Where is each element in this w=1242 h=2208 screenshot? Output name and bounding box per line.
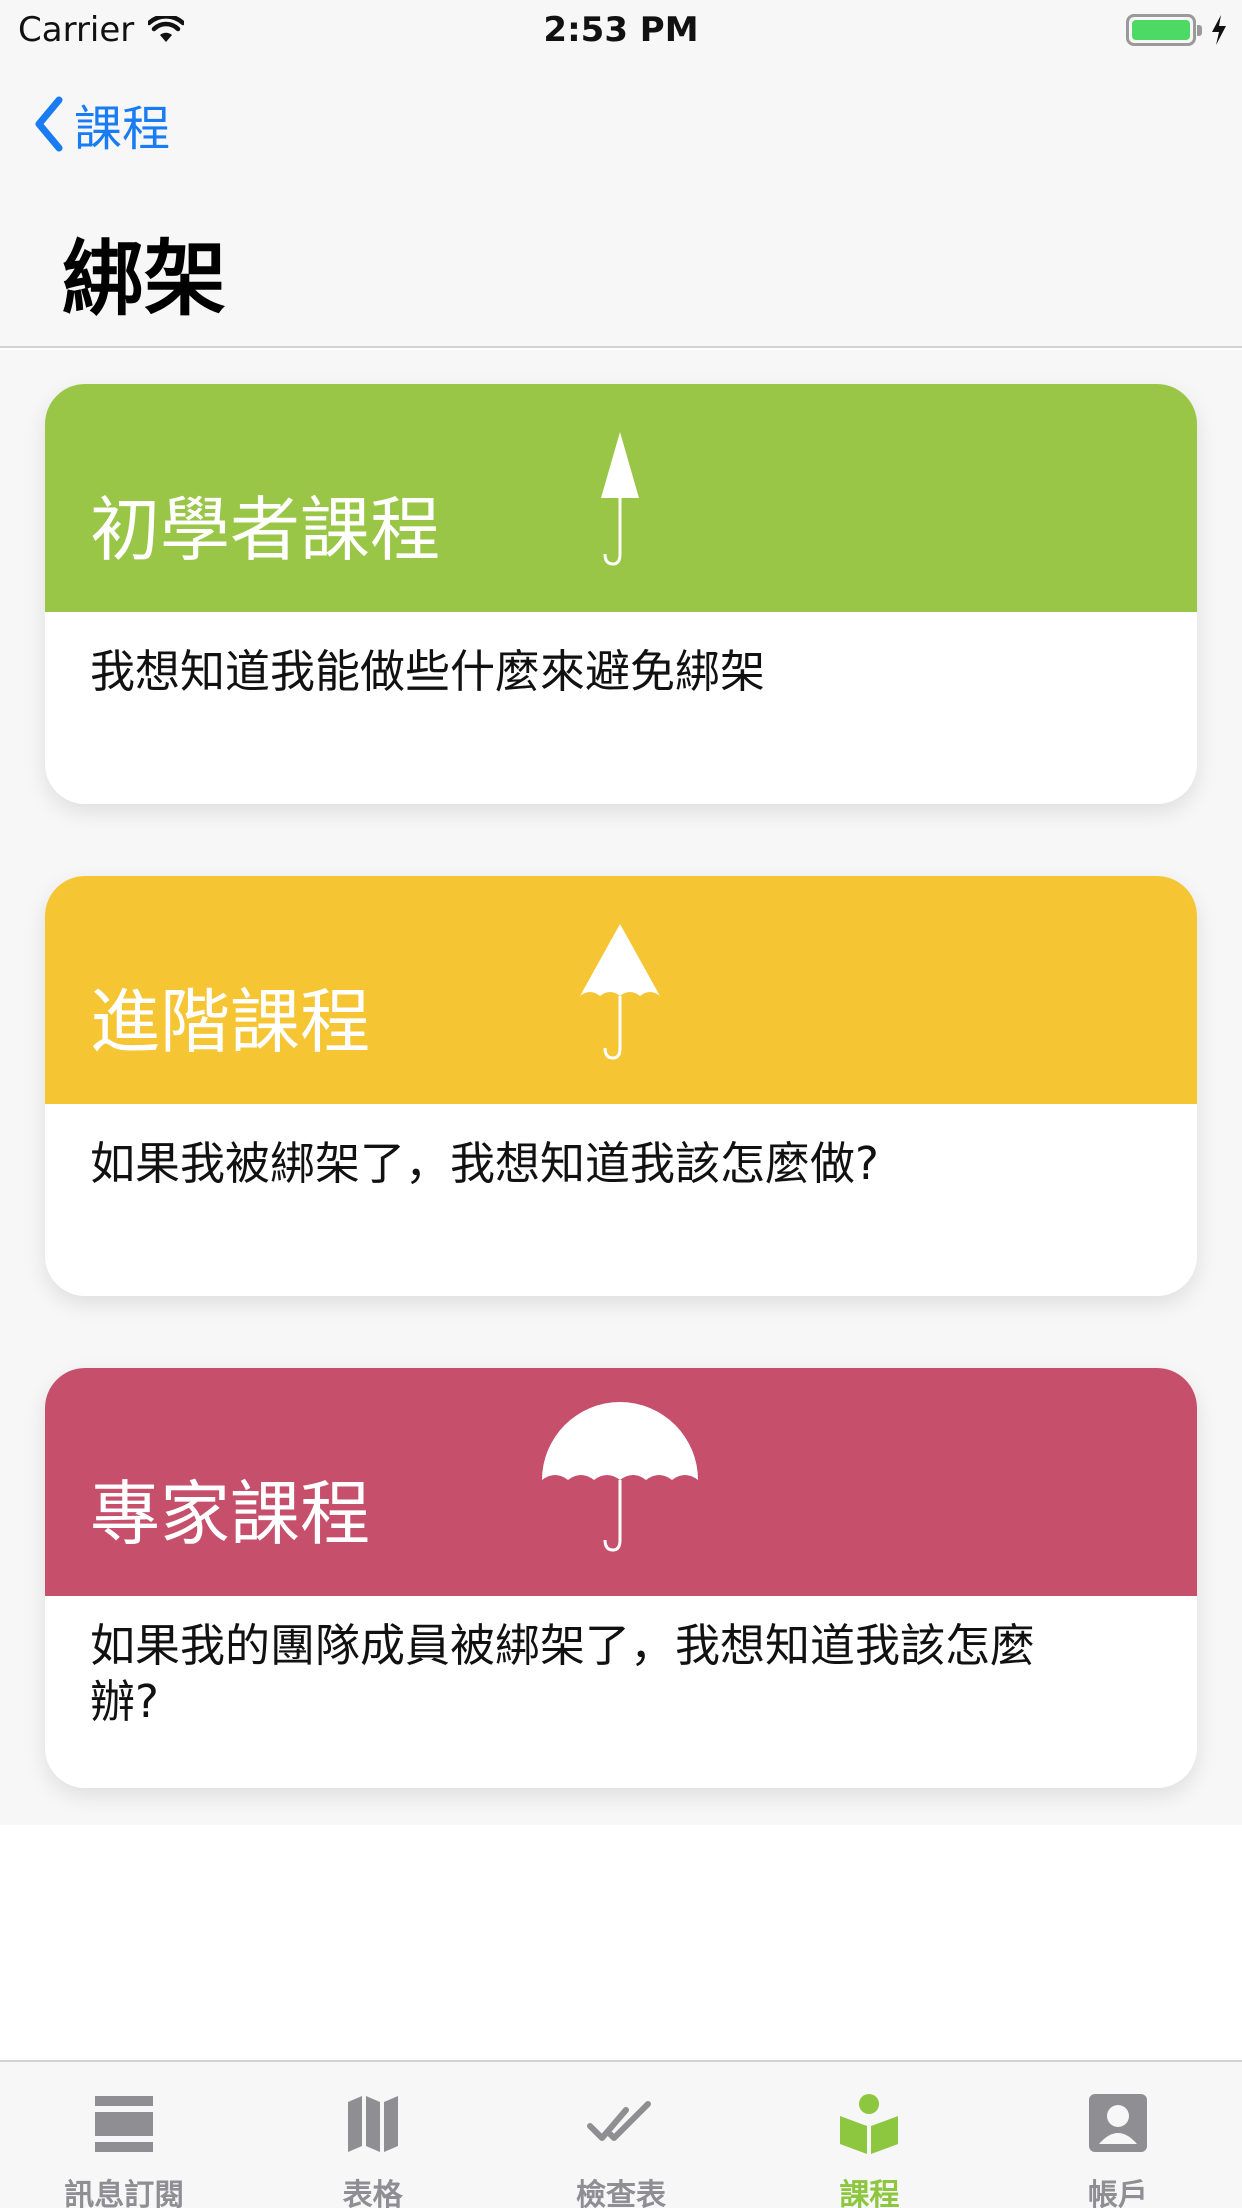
tab-label: 表格 xyxy=(342,2178,403,2208)
card-description: 我想知道我能做些什麼來避免綁架 xyxy=(90,645,766,698)
chevron-left-icon xyxy=(35,96,63,152)
navigation-bar: 課程 綁架 xyxy=(0,60,1242,348)
tab-bar: 訊息訂閱 表格 檢查表 課程 帳戶 xyxy=(0,2060,1242,2208)
course-list: 初學者課程 我想知道我能做些什麼來避免綁架 進階課程 如果我被綁架了，我想知道我… xyxy=(0,350,1242,1825)
course-card-expert[interactable]: 專家課程 如果我的團隊成員被綁架了，我想知道我該怎麼辦? xyxy=(45,1368,1197,1788)
status-bar: Carrier 2:53 PM xyxy=(0,0,1242,60)
card-title: 初學者課程 xyxy=(90,489,440,571)
tab-feed[interactable]: 訊息訂閱 xyxy=(0,2062,248,2208)
tab-label: 訊息訂閱 xyxy=(64,2178,185,2208)
map-icon xyxy=(347,2096,398,2152)
feed-icon xyxy=(95,2096,154,2152)
card-title: 進階課程 xyxy=(90,981,370,1063)
back-button[interactable]: 課程 xyxy=(34,94,170,157)
tab-label: 帳戶 xyxy=(1087,2178,1148,2208)
card-title: 專家課程 xyxy=(90,1473,370,1555)
status-time: 2:53 PM xyxy=(543,10,699,50)
tab-courses[interactable]: 課程 xyxy=(745,2062,993,2208)
tab-account[interactable]: 帳戶 xyxy=(994,2062,1242,2208)
account-icon xyxy=(1088,2094,1147,2152)
card-description: 如果我的團隊成員被綁架了，我想知道我該怎麼辦? xyxy=(90,1619,1036,1728)
tab-label: 課程 xyxy=(839,2178,900,2208)
course-icon xyxy=(840,2094,899,2154)
card-description: 如果我被綁架了，我想知道我該怎麼做? xyxy=(90,1137,879,1190)
checklist-icon xyxy=(587,2101,652,2141)
tab-checklist[interactable]: 檢查表 xyxy=(497,2062,745,2208)
course-card-beginner[interactable]: 初學者課程 我想知道我能做些什麼來避免綁架 xyxy=(45,384,1197,804)
tab-forms[interactable]: 表格 xyxy=(248,2062,496,2208)
tab-label: 檢查表 xyxy=(576,2178,667,2208)
status-right xyxy=(1126,10,1228,50)
page-title: 綁架 xyxy=(62,232,227,327)
back-button-label: 課程 xyxy=(74,101,171,157)
battery-icon xyxy=(1126,14,1202,46)
course-card-advanced[interactable]: 進階課程 如果我被綁架了，我想知道我該怎麼做? xyxy=(45,876,1197,1296)
charging-bolt-icon xyxy=(1212,15,1226,45)
